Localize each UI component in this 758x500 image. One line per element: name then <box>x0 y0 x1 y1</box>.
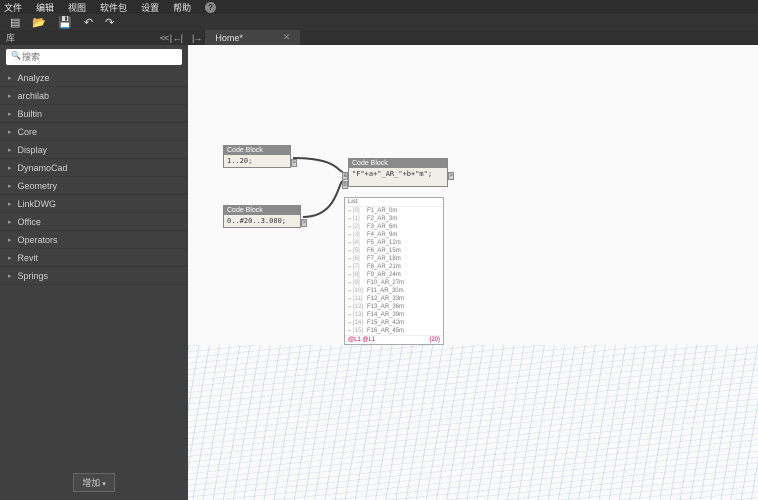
code-block-node-2[interactable]: Code Block 0..#20..3.000; > <box>223 205 301 228</box>
menu-settings[interactable]: 设置 <box>141 1 159 14</box>
category-revit[interactable]: Revit <box>0 249 188 267</box>
expand-canvas-icon[interactable]: |→ <box>188 33 205 43</box>
open-file-icon[interactable]: 📂 <box>32 16 46 29</box>
redo-icon[interactable]: ↷ <box>105 16 114 29</box>
list-item[interactable]: ⎯[8]F9_AR_24m <box>345 271 443 279</box>
input-port-b[interactable]: b <box>342 181 348 189</box>
menu-file[interactable]: 文件 <box>4 1 22 14</box>
wires <box>188 45 758 345</box>
category-archilab[interactable]: archilab <box>0 87 188 105</box>
list-item[interactable]: ⎯[15]F16_AR_45m <box>345 327 443 335</box>
list-item[interactable]: ⎯[10]F11_AR_30m <box>345 287 443 295</box>
list-item[interactable]: ⎯[12]F13_AR_36m <box>345 303 443 311</box>
list-item[interactable]: ⎯[1]F2_AR_3m <box>345 215 443 223</box>
node-code[interactable]: "F"+a+"_AR_"+b+"m"; <box>349 168 447 186</box>
category-display[interactable]: Display <box>0 141 188 159</box>
category-geometry[interactable]: Geometry <box>0 177 188 195</box>
list-item[interactable]: ⎯[2]F3_AR_6m <box>345 223 443 231</box>
library-header: 库 << | ←| <box>0 30 188 45</box>
node-title: Code Block <box>349 159 447 168</box>
category-office[interactable]: Office <box>0 213 188 231</box>
list-item[interactable]: ⎯[3]F4_AR_9m <box>345 231 443 239</box>
toolbar: ▤ 📂 💾 ↶ ↷ <box>0 14 758 30</box>
category-springs[interactable]: Springs <box>0 267 188 285</box>
collapse-sidebar-icon[interactable]: << | ←| <box>160 33 182 43</box>
code-block-node-1[interactable]: Code Block 1..20; > <box>223 145 291 168</box>
save-icon[interactable]: 💾 <box>58 16 72 29</box>
input-port-a[interactable]: a <box>342 172 348 180</box>
lacing-label: @L1 @L1 <box>348 337 375 343</box>
search-input[interactable] <box>6 49 182 65</box>
output-port[interactable]: > <box>448 172 454 180</box>
tab-home[interactable]: Home* ✕ <box>205 30 300 45</box>
list-item[interactable]: ⎯[11]F12_AR_33m <box>345 295 443 303</box>
tab-close-icon[interactable]: ✕ <box>283 32 291 43</box>
background-grid <box>188 345 758 500</box>
code-block-node-3[interactable]: Code Block "F"+a+"_AR_"+b+"m"; a b > <box>348 158 448 187</box>
list-item[interactable]: ⎯[9]F10_AR_27m <box>345 279 443 287</box>
library-title: 库 <box>6 31 15 44</box>
count-label: {20} <box>429 337 440 343</box>
tab-title: Home* <box>215 33 243 43</box>
node-title: Code Block <box>224 206 300 215</box>
category-linkdwg[interactable]: LinkDWG <box>0 195 188 213</box>
list-item[interactable]: ⎯[13]F14_AR_39m <box>345 311 443 319</box>
menu-help[interactable]: 帮助 <box>173 1 191 14</box>
output-port[interactable]: > <box>301 219 307 227</box>
list-item[interactable]: ⎯[4]F5_AR_12m <box>345 239 443 247</box>
category-builtin[interactable]: Builtin <box>0 105 188 123</box>
new-file-icon[interactable]: ▤ <box>10 16 20 29</box>
tab-bar: |→ Home* ✕ <box>188 30 758 45</box>
list-item[interactable]: ⎯[6]F7_AR_18m <box>345 255 443 263</box>
list-item[interactable]: ⎯[0]F1_AR_0m <box>345 207 443 215</box>
category-operators[interactable]: Operators <box>0 231 188 249</box>
library-panel: 库 << | ←| AnalyzearchilabBuiltinCoreDisp… <box>0 30 188 500</box>
node-title: Code Block <box>224 146 290 155</box>
node-code[interactable]: 0..#20..3.000; <box>224 215 300 227</box>
menu-edit[interactable]: 编辑 <box>36 1 54 14</box>
list-item[interactable]: ⎯[7]F8_AR_21m <box>345 263 443 271</box>
list-item[interactable]: ⎯[14]F15_AR_42m <box>345 319 443 327</box>
output-port[interactable]: > <box>291 159 297 167</box>
category-core[interactable]: Core <box>0 123 188 141</box>
list-item[interactable]: ⎯[5]F6_AR_15m <box>345 247 443 255</box>
category-list: AnalyzearchilabBuiltinCoreDisplayDynamoC… <box>0 69 188 465</box>
graph-canvas[interactable]: Code Block 1..20; > Code Block 0..#20..3… <box>188 45 758 500</box>
undo-icon[interactable]: ↶ <box>84 16 93 29</box>
node-code[interactable]: 1..20; <box>224 155 290 167</box>
output-preview[interactable]: List ⎯[0]F1_AR_0m⎯[1]F2_AR_3m⎯[2]F3_AR_6… <box>344 197 444 345</box>
category-analyze[interactable]: Analyze <box>0 69 188 87</box>
category-dynamocad[interactable]: DynamoCad <box>0 159 188 177</box>
output-header: List <box>345 198 443 207</box>
menu-bar: 文件 编辑 视图 软件包 设置 帮助 ? <box>0 0 758 14</box>
add-button[interactable]: 增加 <box>73 473 114 492</box>
menu-packages[interactable]: 软件包 <box>100 1 127 14</box>
menu-view[interactable]: 视图 <box>68 1 86 14</box>
help-icon[interactable]: ? <box>205 2 216 13</box>
